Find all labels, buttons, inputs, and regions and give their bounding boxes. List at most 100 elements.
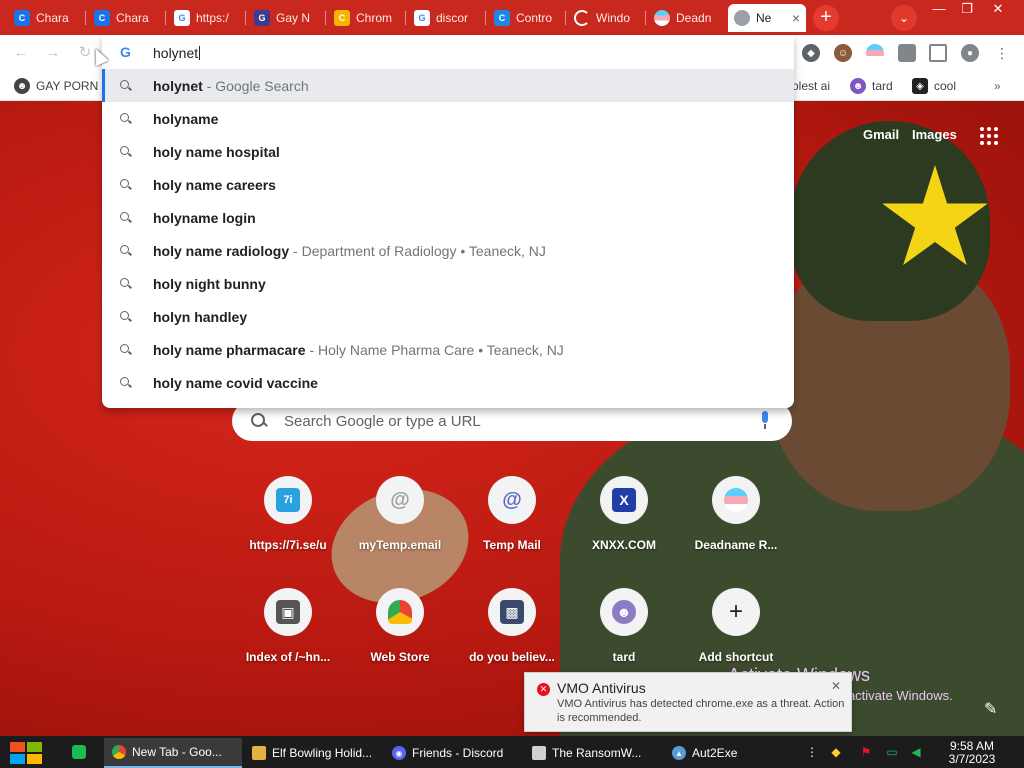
tab-title: https:/ (196, 11, 229, 25)
shortcut-7i[interactable]: 7i https://7i.se/u (232, 476, 344, 576)
tab-5[interactable]: C Chrom (328, 4, 406, 32)
shortcut-icon (712, 476, 760, 524)
discord-icon: ◉ (392, 746, 406, 760)
side-panel-icon[interactable] (929, 44, 947, 62)
security-shield-icon[interactable]: ◆ (828, 744, 844, 760)
taskbar-app-ransomware[interactable]: The RansomW... (524, 738, 662, 768)
spotify-icon[interactable] (72, 745, 86, 759)
shortcut-xnxx[interactable]: X XNXX.COM (568, 476, 680, 576)
shortcut-label: https://7i.se/u (249, 538, 327, 552)
profile-avatar-icon[interactable]: ● (961, 44, 979, 62)
plus-icon: + (712, 588, 760, 636)
more-options-icon[interactable]: ⋮ (804, 744, 820, 760)
computer-favicon-icon: ▣ (276, 600, 300, 624)
maximize-button[interactable]: ❐ (953, 2, 981, 18)
tab-title: Contro (516, 11, 553, 25)
customize-pencil-icon[interactable]: ✎ (984, 699, 997, 719)
suggestion-item[interactable]: holyname (102, 102, 794, 135)
windows-start-icon[interactable] (10, 742, 42, 764)
taskbar-app-elf-bowling[interactable]: Elf Bowling Holid... (244, 738, 382, 768)
7i-favicon-icon: 7i (276, 488, 300, 512)
tab-4[interactable]: G Gay N (248, 4, 326, 32)
tab-title: Chara (116, 11, 149, 25)
shortcut-label: XNXX.COM (591, 538, 656, 552)
bookmark-olest-ai[interactable]: olest ai (792, 77, 830, 95)
close-window-button[interactable]: ✕ (984, 2, 1012, 18)
antivirus-notification[interactable]: ✕ VMO Antivirus VMO Antivirus has detect… (524, 672, 852, 732)
extension-shield-icon[interactable]: ◆ (802, 44, 820, 62)
suggestion-text: holy name hospital (153, 144, 280, 160)
suggestion-item[interactable]: holy name covid vaccine (102, 366, 794, 399)
address-bar-input[interactable]: holynet (153, 45, 198, 61)
shortcut-label: Web Store (370, 650, 430, 664)
tab-3[interactable]: G https:/ (168, 4, 246, 32)
suggestion-item[interactable]: holy name careers (102, 168, 794, 201)
search-icon (120, 146, 132, 158)
tab-7[interactable]: C Contro (488, 4, 566, 32)
close-tab-icon[interactable]: × (792, 10, 800, 26)
taskbar-app-chrome[interactable]: New Tab - Goo... (104, 738, 242, 768)
shortcut-label: do you believ... (469, 650, 555, 664)
suggestion-description: - Google Search (202, 78, 309, 94)
address-bar[interactable]: G holynet (102, 35, 794, 69)
taskbar-app-discord[interactable]: ◉ Friends - Discord (384, 738, 522, 768)
bookmark-tard[interactable]: ☻ tard (850, 77, 893, 95)
tab-6[interactable]: G discor (408, 4, 486, 32)
bookmark-label: olest ai (792, 79, 831, 93)
suggestion-item[interactable]: holynet - Google Search (102, 69, 794, 102)
system-clock[interactable]: 9:58 AM 3/7/2023 (944, 740, 1000, 766)
new-tab-button[interactable]: + (813, 5, 839, 31)
shortcut-web-store[interactable]: Web Store (344, 588, 456, 688)
shortcut-mytemp-email[interactable]: @ myTemp.email (344, 476, 456, 576)
shortcut-temp-mail[interactable]: @ Temp Mail (456, 476, 568, 576)
tab-8[interactable]: Windo (568, 4, 646, 32)
search-placeholder: Search Google or type a URL (284, 412, 481, 430)
bookmark-gay-porn[interactable]: ☻ GAY PORN (14, 77, 98, 95)
shortcut-icon: ☻ (600, 588, 648, 636)
shortcut-label: Temp Mail (483, 538, 541, 552)
taskbar-app-aut2exe[interactable]: ▲ Aut2Exe (664, 738, 782, 768)
tab-active-new-tab[interactable]: Ne × (728, 4, 806, 32)
notification-close-button[interactable]: ✕ (831, 679, 841, 693)
shortcut-icon: X (600, 476, 648, 524)
tab-2[interactable]: C Chara (88, 4, 166, 32)
loading-spinner-icon (574, 10, 590, 26)
error-icon: ✕ (537, 683, 550, 696)
notification-body: VMO Antivirus has detected chrome.exe as… (557, 698, 845, 724)
forward-icon[interactable]: → (44, 44, 62, 62)
gmail-link[interactable]: Gmail (863, 127, 899, 142)
extension-flag-icon[interactable] (866, 44, 884, 62)
flag-icon[interactable]: ⚑ (858, 744, 874, 760)
extension-avatar-icon[interactable]: ☺ (834, 44, 852, 62)
extensions-puzzle-icon[interactable] (898, 44, 916, 62)
minimize-button[interactable]: — (925, 2, 953, 18)
taskbar-app-label: Friends - Discord (412, 746, 504, 760)
images-link[interactable]: Images (912, 127, 957, 142)
suggestion-item[interactable]: holy name pharmacare - Holy Name Pharma … (102, 333, 794, 366)
bookmarks-overflow-button[interactable]: » (994, 77, 1001, 95)
suggestion-item[interactable]: holyname login (102, 201, 794, 234)
tab-9[interactable]: Deadn (648, 4, 726, 32)
bookmark-cool[interactable]: ◈ cool (912, 77, 956, 95)
volume-icon[interactable]: ◀ (908, 744, 924, 760)
suggestion-item[interactable]: holyn handley (102, 300, 794, 333)
suggestion-item[interactable]: holy name radiology - Department of Radi… (102, 234, 794, 267)
network-icon[interactable]: ▭ (884, 744, 900, 760)
more-menu-icon[interactable]: ⋮ (993, 44, 1011, 62)
search-icon (120, 278, 132, 290)
tab-title: discor (436, 11, 469, 25)
shortcut-deadname[interactable]: Deadname R... (680, 476, 792, 576)
tab-1[interactable]: C Chara (8, 4, 86, 32)
search-icon (120, 245, 132, 257)
taskbar-app-label: Aut2Exe (692, 746, 738, 760)
suggestion-item[interactable]: holy night bunny (102, 267, 794, 300)
google-apps-icon[interactable] (980, 127, 998, 145)
shortcut-index-of[interactable]: ▣ Index of /~hn... (232, 588, 344, 688)
tab-search-button[interactable]: ⌄ (891, 5, 917, 31)
bookmark-favicon-icon: ☻ (14, 78, 30, 94)
back-icon[interactable]: ← (12, 44, 30, 62)
suggestion-item[interactable]: holy name hospital (102, 135, 794, 168)
microphone-icon[interactable] (760, 411, 770, 429)
chrome-icon (734, 10, 750, 26)
shortcut-icon: 7i (264, 476, 312, 524)
